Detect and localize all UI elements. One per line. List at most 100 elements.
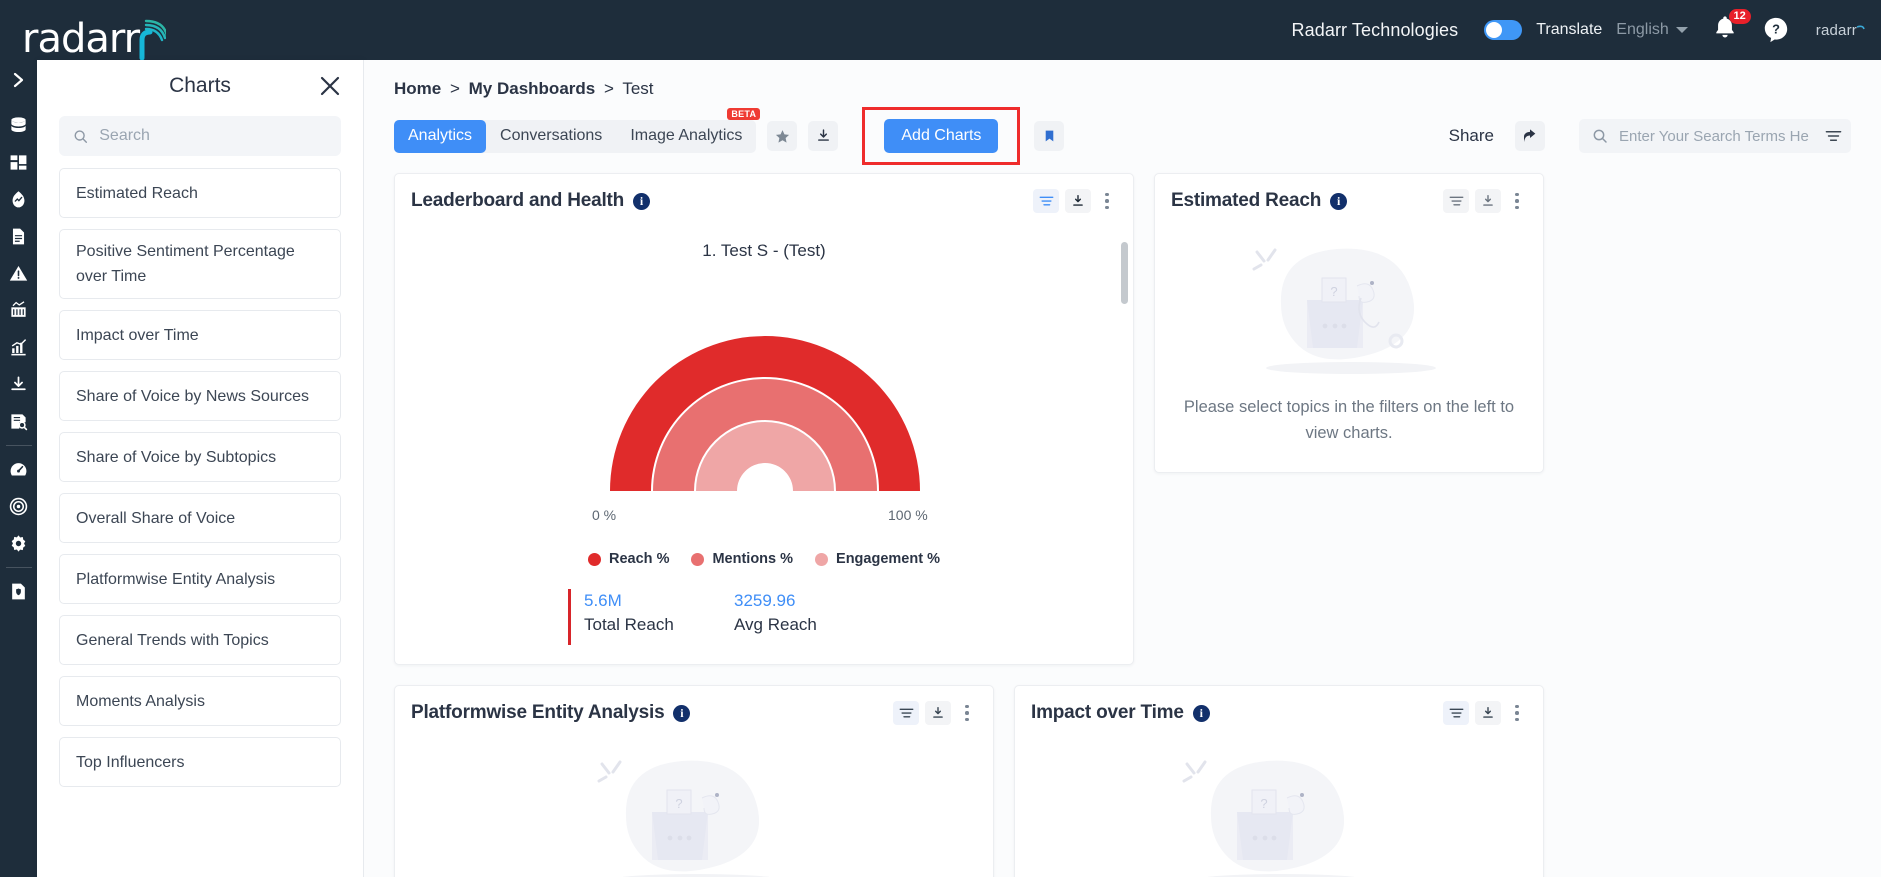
gauge-axis-min: 0 % xyxy=(592,507,617,523)
card-more-options-button[interactable] xyxy=(957,701,977,725)
expand-sidebar-button[interactable] xyxy=(11,70,27,95)
charts-search-box[interactable] xyxy=(59,116,341,156)
share-button[interactable] xyxy=(1515,121,1545,151)
chart-list-item[interactable]: Top Influencers xyxy=(59,737,341,787)
stat-value: 3259.96 xyxy=(734,591,796,610)
bookmark-button[interactable] xyxy=(1034,121,1065,151)
rail-divider xyxy=(5,445,32,446)
info-icon[interactable]: i xyxy=(1330,192,1348,210)
card-filter-button[interactable] xyxy=(1443,189,1469,213)
card-more-options-button[interactable] xyxy=(1507,701,1527,725)
charts-search-input[interactable] xyxy=(99,127,327,145)
speedometer-icon xyxy=(10,463,27,476)
sidebar-item-database[interactable] xyxy=(2,107,36,144)
bookmark-icon xyxy=(1045,130,1054,142)
search-icon xyxy=(1593,129,1607,143)
legend-item-mentions[interactable]: Mentions % xyxy=(691,551,793,567)
sidebar-item-analytics[interactable] xyxy=(2,329,36,366)
gauge-legend: Reach % Mentions % Engagement % xyxy=(395,551,1133,567)
card-download-button[interactable] xyxy=(925,701,951,725)
card-filter-button[interactable] xyxy=(1443,701,1469,725)
favorite-button[interactable] xyxy=(767,121,798,151)
info-icon[interactable]: i xyxy=(673,704,691,722)
half-donut-gauge-svg xyxy=(610,336,920,491)
legend-item-reach[interactable]: Reach % xyxy=(588,551,669,567)
chart-item-label: Share of Voice by Subtopics xyxy=(76,448,277,466)
chart-list-item[interactable]: Moments Analysis xyxy=(59,676,341,726)
sidebar-item-documents[interactable] xyxy=(2,218,36,255)
tab-conversations[interactable]: Conversations xyxy=(486,120,616,153)
legend-item-engagement[interactable]: Engagement % xyxy=(815,551,940,567)
card-filter-button[interactable] xyxy=(893,701,919,725)
search-filter-button[interactable] xyxy=(1815,119,1851,153)
card-download-button[interactable] xyxy=(1475,701,1501,725)
sidebar-item-security[interactable] xyxy=(2,573,36,610)
organization-name: Radarr Technologies xyxy=(1291,19,1459,40)
chart-list-item[interactable]: Impact over Time xyxy=(59,310,341,360)
gauge-axis-max: 100 % xyxy=(888,507,928,523)
translate-toggle[interactable] xyxy=(1484,20,1523,40)
tab-conversations-label: Conversations xyxy=(500,127,603,144)
breadcrumb-separator: > xyxy=(603,79,614,98)
legend-color-swatch xyxy=(691,552,705,566)
sidebar-item-dashboard[interactable] xyxy=(2,144,36,181)
card-filter-button[interactable] xyxy=(1033,189,1059,213)
card-action-group xyxy=(893,701,977,725)
legend-label: Reach % xyxy=(609,551,670,567)
chart-list-item[interactable]: Platformwise Entity Analysis xyxy=(59,554,341,604)
radarr-logo[interactable]: radarr xyxy=(22,0,167,61)
filter-icon xyxy=(1825,131,1841,141)
tab-analytics[interactable]: Analytics xyxy=(394,119,487,153)
breadcrumb-my-dashboards[interactable]: My Dashboards xyxy=(469,79,596,98)
mini-logo-wordmark: radarr xyxy=(1815,21,1857,39)
download-icon xyxy=(933,707,943,718)
add-charts-button[interactable]: Add Charts xyxy=(884,119,999,153)
chart-list-item[interactable]: Estimated Reach xyxy=(59,168,341,218)
legend-color-swatch xyxy=(815,552,829,566)
card-action-group xyxy=(1033,189,1117,213)
help-button[interactable]: ? xyxy=(1762,16,1790,44)
chart-item-label: Platformwise Entity Analysis xyxy=(76,570,276,588)
tab-image-analytics[interactable]: Image Analytics BETA xyxy=(616,107,761,153)
card-title: Leaderboard and Health xyxy=(411,190,625,211)
card-download-button[interactable] xyxy=(1475,189,1501,213)
sidebar-item-trending[interactable] xyxy=(2,181,36,218)
sidebar-item-settings[interactable] xyxy=(2,525,36,562)
sidebar-item-report-search[interactable] xyxy=(2,403,36,440)
chart-list-item[interactable]: Share of Voice by News Sources xyxy=(59,371,341,421)
chart-item-label: Positive Sentiment Percentage over Time xyxy=(76,243,295,285)
download-dashboard-button[interactable] xyxy=(808,121,839,151)
toolbar-right-cluster: Share xyxy=(1449,119,1881,153)
global-search-input[interactable] xyxy=(1619,127,1809,145)
sidebar-item-target[interactable] xyxy=(2,488,36,525)
chart-list-item[interactable]: Positive Sentiment Percentage over Time xyxy=(59,229,341,299)
main-content-area: Home > My Dashboards > Test Analytics Co… xyxy=(364,60,1881,877)
close-icon[interactable] xyxy=(319,75,341,97)
info-icon[interactable]: i xyxy=(633,192,651,210)
card-download-button[interactable] xyxy=(1065,189,1091,213)
legend-color-swatch xyxy=(588,552,602,566)
stat-label: Total Reach xyxy=(584,615,674,634)
gauge-chart xyxy=(395,275,1133,505)
sidebar-item-speedometer[interactable] xyxy=(2,451,36,488)
dashboard-grid-icon xyxy=(10,155,27,170)
global-search-box[interactable] xyxy=(1579,119,1851,153)
chevron-down-icon[interactable] xyxy=(1675,27,1688,33)
notifications-button[interactable]: 12 xyxy=(1712,9,1751,47)
sidebar-item-downloads[interactable] xyxy=(2,366,36,403)
rail-divider-2 xyxy=(5,567,32,568)
chart-list-item[interactable]: General Trends with Topics xyxy=(59,615,341,665)
sidebar-item-alerts[interactable] xyxy=(2,255,36,292)
charts-list: Estimated Reach Positive Sentiment Perce… xyxy=(59,168,341,868)
empty-state: ? xyxy=(1015,726,1543,877)
card-more-options-button[interactable] xyxy=(1507,189,1527,213)
info-icon[interactable]: i xyxy=(1192,704,1210,722)
card-header: Leaderboard and Health i xyxy=(395,174,1133,214)
chart-list-item[interactable]: Share of Voice by Subtopics xyxy=(59,432,341,482)
breadcrumb-home[interactable]: Home xyxy=(394,79,441,98)
card-header: Estimated Reach i xyxy=(1155,174,1543,214)
card-title: Platformwise Entity Analysis xyxy=(411,702,665,723)
card-more-options-button[interactable] xyxy=(1097,189,1117,213)
sidebar-item-bar-chart[interactable] xyxy=(2,292,36,329)
chart-list-item[interactable]: Overall Share of Voice xyxy=(59,493,341,543)
